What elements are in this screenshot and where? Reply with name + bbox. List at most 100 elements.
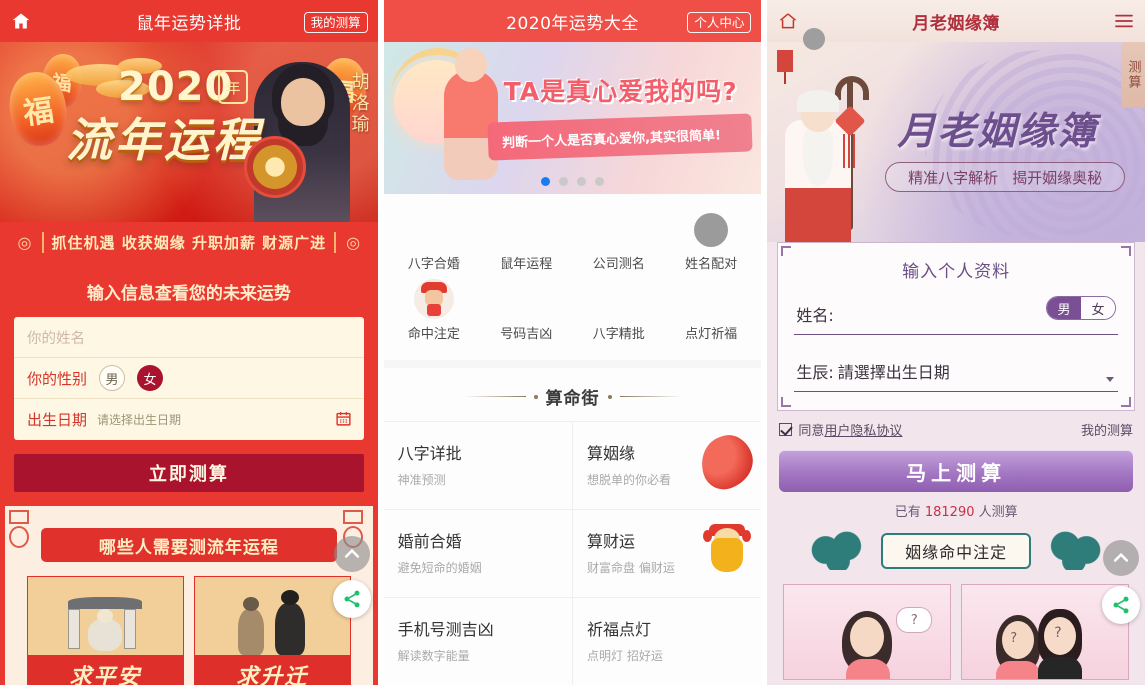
home-icon (12, 13, 30, 29)
scroll-to-top-icon (1113, 552, 1129, 562)
woman-face (1002, 621, 1035, 659)
divider-dot-left (533, 394, 538, 399)
menu-button[interactable] (1113, 13, 1135, 29)
birth-date-input[interactable]: 請選擇出生日期 (838, 359, 950, 383)
personal-center-button[interactable]: 个人中心 (687, 11, 752, 33)
yuelao-illustration (773, 76, 870, 242)
grid-item-shunian-yuncheng[interactable]: 鼠年运程 (480, 208, 572, 272)
gender-male-option[interactable]: 男 (99, 365, 126, 391)
section-title: 算命街 (545, 389, 600, 409)
banner-nian-badge: 年 (218, 70, 248, 104)
grid-item-label: 鼠年运程 (500, 257, 553, 272)
gender-male-option[interactable]: 男 (1047, 297, 1082, 319)
grid-item-bazi-jingpi[interactable]: 八字精批 (573, 278, 665, 342)
section-title-text: 哪些人需要测流年运程 (98, 537, 279, 558)
list-item-subtitle: 点明灯 招好运 (587, 649, 663, 663)
share-button[interactable] (1102, 586, 1141, 624)
corner-decoration (1121, 246, 1132, 256)
gender-toggle[interactable]: 男 女 (1046, 296, 1117, 320)
grid-item-haoma-jixiong[interactable]: 号码吉凶 (480, 278, 572, 342)
carousel-dot-3[interactable] (577, 177, 586, 186)
carousel-dot-1[interactable] (541, 177, 550, 186)
birth-date-label: 生辰: (796, 363, 834, 382)
share-icon (1113, 596, 1129, 614)
list-item[interactable]: 算姻缘 想脱单的你必看 (572, 422, 762, 510)
gender-female-option[interactable]: 女 (1081, 297, 1116, 319)
submit-button[interactable]: 立即测算 (14, 454, 364, 492)
panel2-carousel-banner[interactable]: TA是真心爱我的吗? 判断一个人是否真心爱你,其实很简单! (383, 42, 762, 194)
gender-female-option[interactable]: 女 (137, 365, 164, 391)
privacy-agreement-row: 同意 用户隐私协议 我的测算 (767, 411, 1145, 446)
grid-item-mingzhong-zhuding[interactable]: 命中注定 (388, 278, 480, 342)
panel2-header: 2020年运势大全 个人中心 (383, 0, 762, 42)
placeholder-circle-icon (694, 213, 729, 247)
home-button[interactable] (10, 11, 32, 31)
panel-fortune-hub: 2020年运势大全 个人中心 TA是真心爱我的吗? 判断一个人是否真心爱你,其实… (383, 0, 762, 685)
diamond-right-icon: ◎ (346, 232, 361, 252)
section-card-list: 求平安 求升迁 (27, 576, 351, 685)
share-button[interactable] (332, 580, 371, 618)
panel1-hero-banner[interactable]: 福 福 福 胡洛瑜 2020 年 流年运程 分析 (0, 42, 378, 222)
name-row[interactable]: 姓名: 男 女 (794, 296, 1119, 335)
menu-icon (1115, 14, 1133, 28)
privacy-checkbox[interactable] (779, 423, 793, 436)
grid-item-label: 公司测名 (592, 257, 645, 272)
name-row[interactable]: 你的姓名 (14, 317, 364, 358)
count-prefix: 已有 (894, 505, 921, 520)
scroll-to-top-button[interactable] (1103, 540, 1140, 576)
grid-item-diandeng-qifu[interactable]: 点灯祈福 (665, 278, 757, 342)
list-item[interactable]: 手机号测吉凶 解读数字能量 (384, 598, 572, 685)
woman-body (846, 659, 891, 679)
banner-title: 月老姻缘簿 (897, 109, 1098, 153)
list-item[interactable]: 婚前合婚 避免短命的婚姻 (383, 510, 573, 598)
grid-item-label: 点灯祈福 (685, 327, 738, 342)
birth-date-row[interactable]: 生辰: 請選擇出生日期 (794, 353, 1119, 392)
scroll-to-top-button[interactable] (333, 536, 370, 572)
banner-benefit-strip: ◎ 抓住机遇 收获姻缘 升职加薪 财源广进 ◎ (0, 222, 378, 262)
chevron-down-icon (1106, 377, 1115, 382)
privacy-policy-link[interactable]: 用户隐私协议 (824, 420, 902, 439)
carousel-dots[interactable] (384, 177, 762, 186)
list-row: 手机号测吉凶 解读数字能量 祈福点灯 点明灯 招好运 (384, 598, 762, 685)
list-item[interactable]: 八字详批 神准预测 (383, 422, 573, 510)
list-item[interactable]: 算财运 财富命盘 偏财运 (572, 510, 762, 598)
benefit-text: 抓住机遇 收获姻缘 升职加薪 财源广进 (41, 231, 337, 253)
name-label: 姓名: (796, 306, 834, 325)
gallery-item[interactable]: ? (783, 584, 952, 680)
my-reports-link[interactable]: 我的测算 (1081, 420, 1133, 439)
my-reports-button[interactable]: 我的测算 (303, 11, 368, 33)
birth-date-row[interactable]: 出生日期 请选择出生日期 (14, 399, 364, 440)
grid-item-label: 八字合婚 (407, 257, 460, 272)
panel3-hero-banner[interactable]: 月老姻缘簿 精准八字解析 揭开姻缘奥秘 (767, 42, 1145, 242)
service-list: 八字详批 神准预测 算姻缘 想脱单的你必看 婚前合婚 避免短命的婚姻 算财运 财… (383, 421, 762, 685)
page-title: 月老姻缘簿 (912, 13, 1000, 34)
fortune-doll-icon (413, 279, 454, 319)
carousel-dot-4[interactable] (595, 177, 604, 186)
fortune-form: 你的姓名 你的性别 男 女 出生日期 请选择出生日期 (14, 317, 364, 440)
corner-decoration (781, 397, 792, 407)
blank-icon (694, 283, 728, 317)
home-button[interactable] (777, 11, 799, 31)
side-tab-calculate[interactable]: 测算 (1121, 42, 1145, 108)
luopan-compass-icon (243, 136, 306, 198)
calendar-icon[interactable] (335, 410, 352, 427)
gender-row: 你的性别 男 女 (14, 358, 364, 399)
corner-decoration (781, 246, 792, 256)
grid-item-bazi-hehun[interactable]: 八字合婚 (388, 208, 480, 272)
birth-date-input[interactable]: 请选择出生日期 (97, 411, 181, 428)
panel-fortune-detail: 鼠年运势详批 我的测算 福 福 福 胡洛瑜 2020 年 流年运程 分 (0, 0, 378, 685)
form-title: 输入个人资料 (902, 262, 1011, 282)
list-item[interactable]: 祈福点灯 点明灯 招好运 (572, 598, 761, 685)
grid-item-xingming-peidui[interactable]: 姓名配对 (665, 208, 757, 272)
list-item-subtitle: 避免短命的婚姻 (397, 561, 482, 575)
gender-label: 你的性别 (27, 369, 88, 388)
submit-button[interactable]: 马上测算 (779, 450, 1134, 492)
section-card[interactable]: 求升迁 (193, 576, 351, 685)
name-input[interactable]: 你的姓名 (27, 327, 85, 348)
personal-info-form: 输入个人资料 姓名: 男 女 生辰: 請選擇出生日期 (777, 242, 1136, 411)
grid-item-gongsi-ceming[interactable]: 公司测名 (573, 208, 665, 272)
section-card[interactable]: 求平安 (27, 576, 184, 685)
list-row: 八字详批 神准预测 算姻缘 想脱单的你必看 (383, 422, 762, 510)
banner-subtitle: 判断一个人是否真心爱你,其实很简单! (501, 127, 721, 151)
carousel-dot-2[interactable] (559, 177, 568, 186)
